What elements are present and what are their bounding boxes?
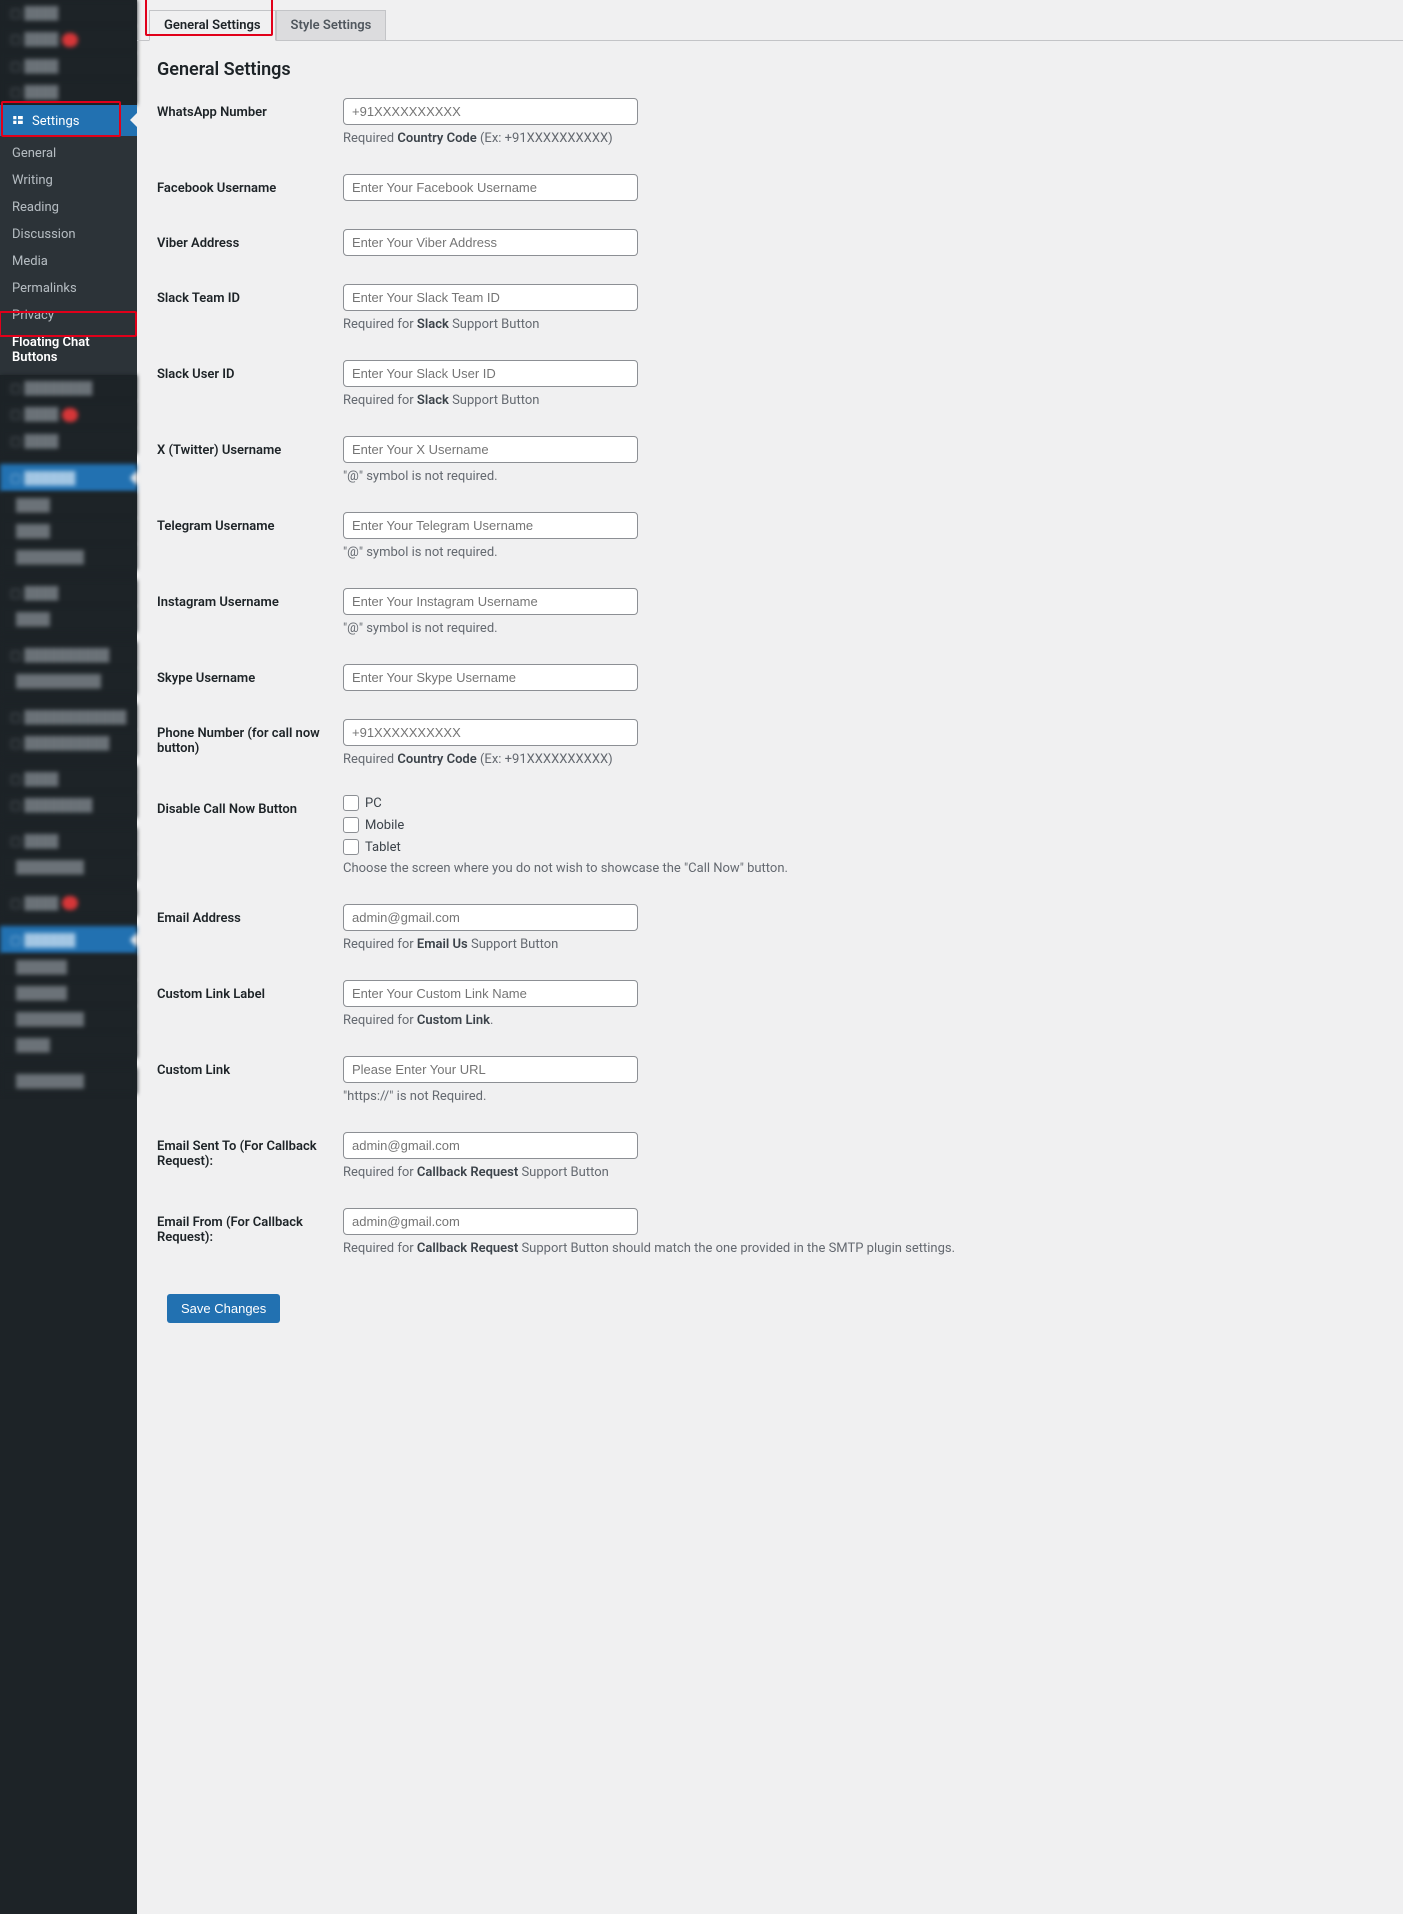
label-slack-team: Slack Team ID [157, 284, 343, 306]
sidebar-item-blurred: ████████ [0, 854, 137, 880]
skype-input[interactable] [343, 664, 638, 691]
desc-custom-link-label: Required for Custom Link. [343, 1013, 983, 1028]
sidebar-item-blurred: ████████ [0, 1006, 137, 1032]
instagram-input[interactable] [343, 588, 638, 615]
desc-slack-team: Required for Slack Support Button [343, 317, 983, 332]
email-sent-to-input[interactable] [343, 1132, 638, 1159]
twitter-input[interactable] [343, 436, 638, 463]
sidebar-item-blurred: ████████ [0, 1068, 137, 1094]
desc-phone: Required Country Code (Ex: +91XXXXXXXXXX… [343, 752, 983, 767]
desc-slack-user: Required for Slack Support Button [343, 393, 983, 408]
sidebar-item-blurred: ████ [0, 492, 137, 518]
sidebar-item-blurred: ▢ ████ [0, 79, 137, 105]
checkbox-label-tablet: Tablet [365, 840, 401, 855]
label-skype: Skype Username [157, 664, 343, 686]
sidebar-sub-reading[interactable]: Reading [0, 194, 137, 221]
checkbox-label-mobile: Mobile [365, 818, 404, 833]
sidebar-item-blurred: ▢ ████ [0, 890, 137, 917]
tab-general-settings[interactable]: General Settings [149, 10, 276, 41]
label-custom-link-label: Custom Link Label [157, 980, 343, 1002]
email-from-input[interactable] [343, 1208, 638, 1235]
sidebar-item-blurred-active: ▢ ██████ [0, 926, 137, 954]
custom-link-label-input[interactable] [343, 980, 638, 1007]
label-email: Email Address [157, 904, 343, 926]
sidebar-sub-writing[interactable]: Writing [0, 167, 137, 194]
label-phone: Phone Number (for call now button) [157, 719, 343, 756]
tab-style-settings[interactable]: Style Settings [276, 10, 387, 41]
sidebar-item-blurred: ██████ [0, 980, 137, 1006]
sidebar-sub-general[interactable]: General [0, 140, 137, 167]
sidebar-item-blurred: ████ [0, 518, 137, 544]
sidebar-item-blurred: ████ [0, 606, 137, 632]
custom-link-input[interactable] [343, 1056, 638, 1083]
sidebar-submenu: General Writing Reading Discussion Media… [0, 136, 137, 375]
label-instagram: Instagram Username [157, 588, 343, 610]
sidebar-sub-media[interactable]: Media [0, 248, 137, 275]
viber-input[interactable] [343, 229, 638, 256]
save-changes-button[interactable]: Save Changes [167, 1294, 280, 1323]
facebook-input[interactable] [343, 174, 638, 201]
sidebar-item-blurred-active: ▢ ██████ [0, 464, 137, 492]
desc-instagram: "@" symbol is not required. [343, 621, 983, 636]
sidebar-item-blurred: ▢ ████ [0, 766, 137, 792]
sidebar-item-blurred: ▢ ████ [0, 580, 137, 606]
sidebar-item-blurred: ▢ ████████ [0, 792, 137, 818]
sidebar-item-blurred: ▢ ████ [0, 26, 137, 53]
checkbox-mobile[interactable] [343, 817, 359, 833]
label-whatsapp: WhatsApp Number [157, 98, 343, 120]
label-disable-call: Disable Call Now Button [157, 795, 343, 817]
sidebar-item-blurred: ██████████ [0, 668, 137, 694]
admin-sidebar: ▢ ████ ▢ ████ ▢ ████ ▢ ████ Settings Gen… [0, 0, 137, 1914]
desc-email-from: Required for Callback Request Support Bu… [343, 1241, 983, 1256]
sidebar-item-label: Settings [32, 114, 79, 129]
settings-icon [10, 112, 26, 128]
label-telegram: Telegram Username [157, 512, 343, 534]
label-facebook: Facebook Username [157, 174, 343, 196]
main-content: General Settings Style Settings General … [137, 0, 1403, 1914]
desc-email-sent-to: Required for Callback Request Support Bu… [343, 1165, 983, 1180]
email-input[interactable] [343, 904, 638, 931]
sidebar-item-blurred: ▢ ████ [0, 53, 137, 79]
slack-team-input[interactable] [343, 284, 638, 311]
sidebar-sub-discussion[interactable]: Discussion [0, 221, 137, 248]
sidebar-item-blurred: ██████ [0, 954, 137, 980]
desc-disable-call: Choose the screen where you do not wish … [343, 861, 983, 876]
slack-user-input[interactable] [343, 360, 638, 387]
sidebar-sub-floating-chat[interactable]: Floating Chat Buttons [0, 329, 137, 371]
sidebar-item-settings[interactable]: Settings [0, 105, 137, 136]
checkbox-label-pc: PC [365, 796, 382, 811]
desc-telegram: "@" symbol is not required. [343, 545, 983, 560]
sidebar-item-blurred: ▢ ████ [0, 428, 137, 454]
sidebar-item-blurred: ▢ ████████ [0, 375, 137, 401]
label-custom-link: Custom Link [157, 1056, 343, 1078]
sidebar-item-blurred: ▢ ████ [0, 401, 137, 428]
label-email-from: Email From (For Callback Request): [157, 1208, 343, 1245]
desc-whatsapp: Required Country Code (Ex: +91XXXXXXXXXX… [343, 131, 983, 146]
sidebar-item-blurred: ▢ ██████████ [0, 642, 137, 668]
sidebar-item-blurred: ▢ ████████████ [0, 704, 137, 730]
page-title: General Settings [157, 59, 1383, 80]
tab-bar: General Settings Style Settings [137, 0, 1403, 41]
sidebar-item-blurred: ▢ ████ [0, 828, 137, 854]
desc-email: Required for Email Us Support Button [343, 937, 983, 952]
telegram-input[interactable] [343, 512, 638, 539]
whatsapp-input[interactable] [343, 98, 638, 125]
desc-twitter: "@" symbol is not required. [343, 469, 983, 484]
checkbox-pc[interactable] [343, 795, 359, 811]
sidebar-item-blurred: ▢ ██████████ [0, 730, 137, 756]
sidebar-sub-permalinks[interactable]: Permalinks [0, 275, 137, 302]
desc-custom-link: "https://" is not Required. [343, 1089, 983, 1104]
sidebar-item-blurred: ████ [0, 1032, 137, 1058]
label-email-sent-to: Email Sent To (For Callback Request): [157, 1132, 343, 1169]
label-viber: Viber Address [157, 229, 343, 251]
phone-input[interactable] [343, 719, 638, 746]
label-slack-user: Slack User ID [157, 360, 343, 382]
label-twitter: X (Twitter) Username [157, 436, 343, 458]
sidebar-item-blurred: ████████ [0, 544, 137, 570]
sidebar-item-blurred: ▢ ████ [0, 0, 137, 26]
sidebar-sub-privacy[interactable]: Privacy [0, 302, 137, 329]
checkbox-tablet[interactable] [343, 839, 359, 855]
